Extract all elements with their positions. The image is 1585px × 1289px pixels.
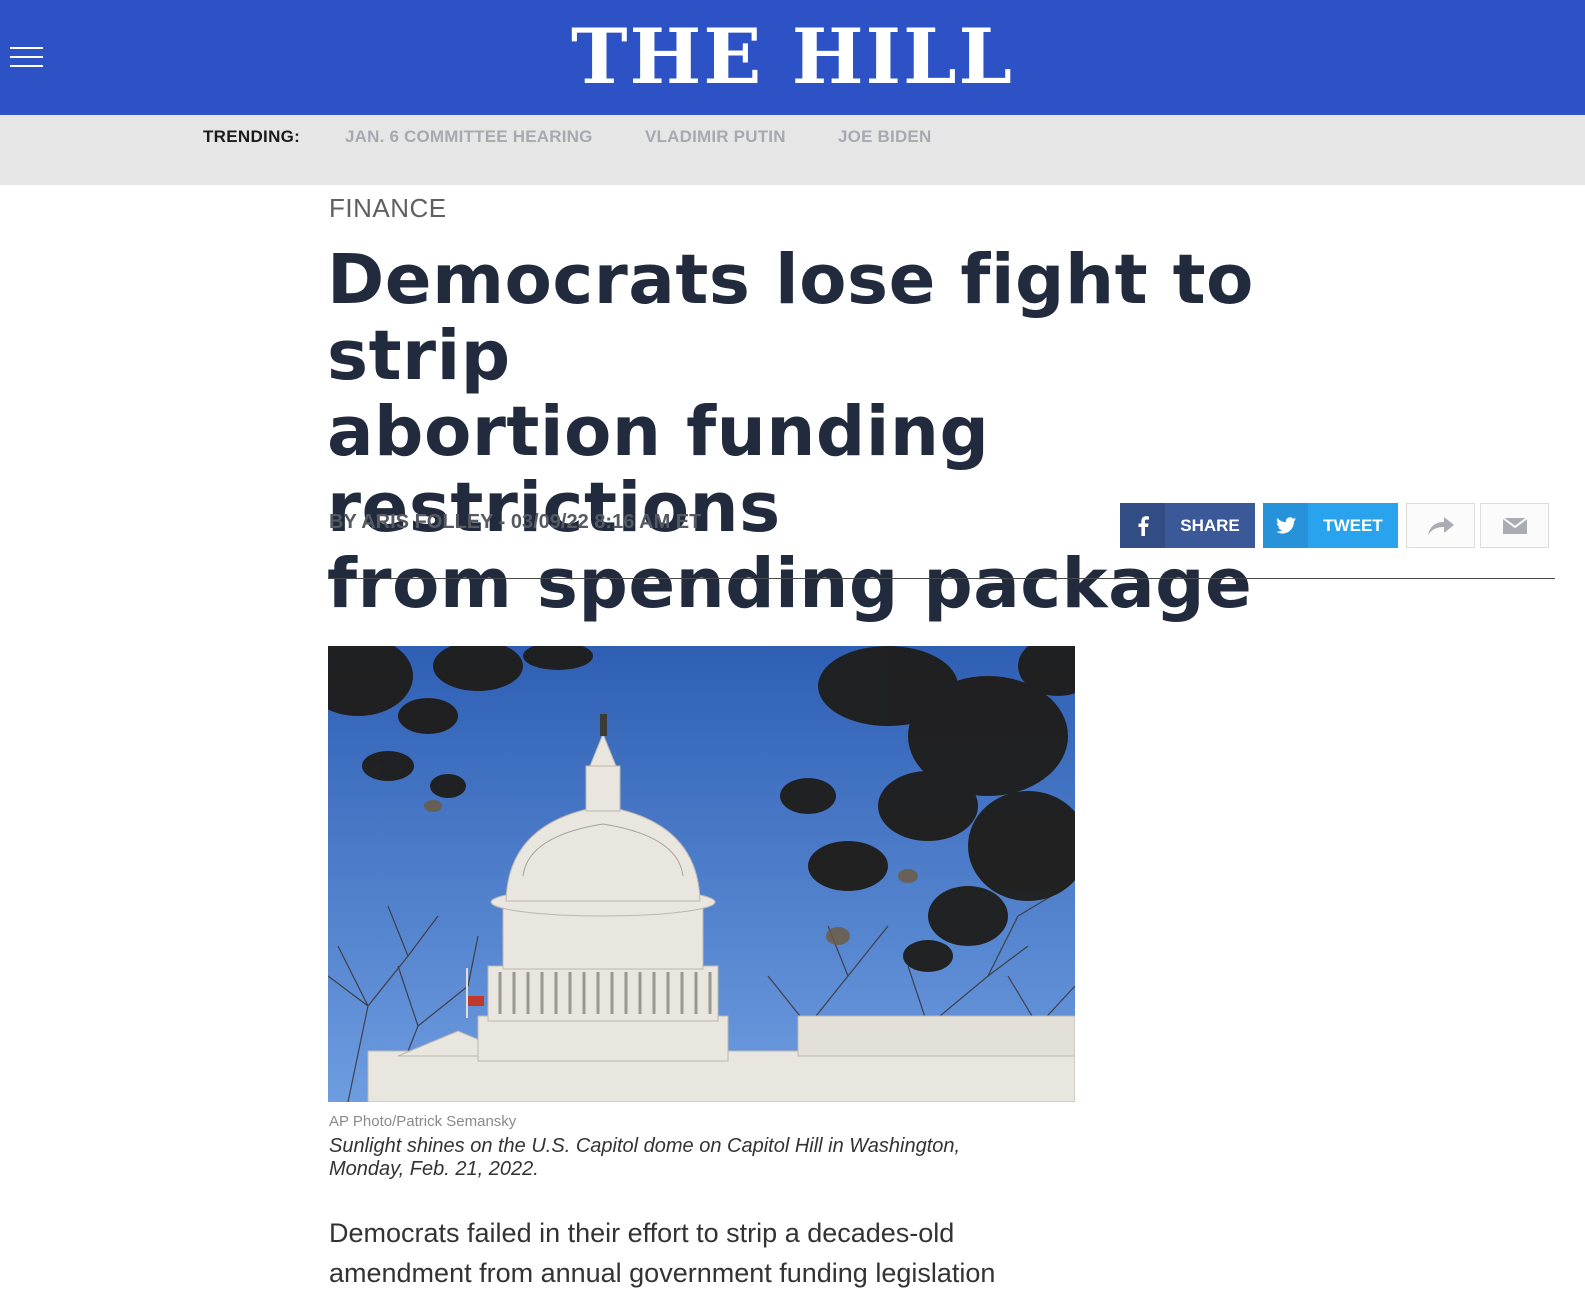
email-button[interactable]	[1480, 503, 1549, 548]
email-icon	[1501, 516, 1528, 534]
trending-link-jan6[interactable]: JAN. 6 COMMITTEE HEARING	[345, 127, 593, 147]
facebook-icon	[1120, 503, 1165, 548]
header-divider	[328, 578, 1555, 579]
caption-line: Sunlight shines on the U.S. Capitol dome…	[329, 1135, 961, 1157]
trending-link-biden[interactable]: JOE BIDEN	[838, 127, 931, 147]
facebook-share-button[interactable]: SHARE	[1120, 503, 1255, 548]
section-label[interactable]: FINANCE	[329, 193, 447, 224]
trending-bar: TRENDING: JAN. 6 COMMITTEE HEARING VLADI…	[0, 115, 1585, 185]
caption-line: Monday, Feb. 21, 2022.	[329, 1158, 539, 1180]
article-headline: Democrats lose fight to strip abortion f…	[327, 242, 1447, 622]
trending-label: TRENDING:	[203, 127, 301, 146]
site-logo[interactable]: THE HILL	[0, 17, 1585, 97]
body-line: Democrats failed in their effort to stri…	[329, 1218, 955, 1248]
twitter-tweet-button[interactable]: TWEET	[1263, 503, 1398, 548]
article-byline: BY ARIS FOLLEY - 03/09/22 8:16 AM ET	[329, 511, 702, 533]
photo-caption: Sunlight shines on the U.S. Capitol dome…	[329, 1135, 1069, 1181]
photo-credit: AP Photo/Patrick Semansky	[329, 1113, 517, 1130]
article-body: Democrats failed in their effort to stri…	[329, 1213, 1089, 1289]
headline-line: from spending package	[327, 544, 1253, 624]
trending-link-putin[interactable]: VLADIMIR PUTIN	[645, 127, 786, 147]
capitol-dome-photo	[328, 646, 1075, 1102]
headline-line: Democrats lose fight to strip	[327, 240, 1254, 396]
share-arrow-icon	[1427, 516, 1454, 535]
site-header: THE HILL	[0, 0, 1585, 115]
facebook-share-label: SHARE	[1180, 515, 1240, 535]
body-line: amendment from annual government funding…	[329, 1258, 996, 1288]
twitter-icon	[1263, 503, 1308, 548]
twitter-tweet-label: TWEET	[1323, 515, 1383, 535]
share-more-button[interactable]	[1406, 503, 1475, 548]
